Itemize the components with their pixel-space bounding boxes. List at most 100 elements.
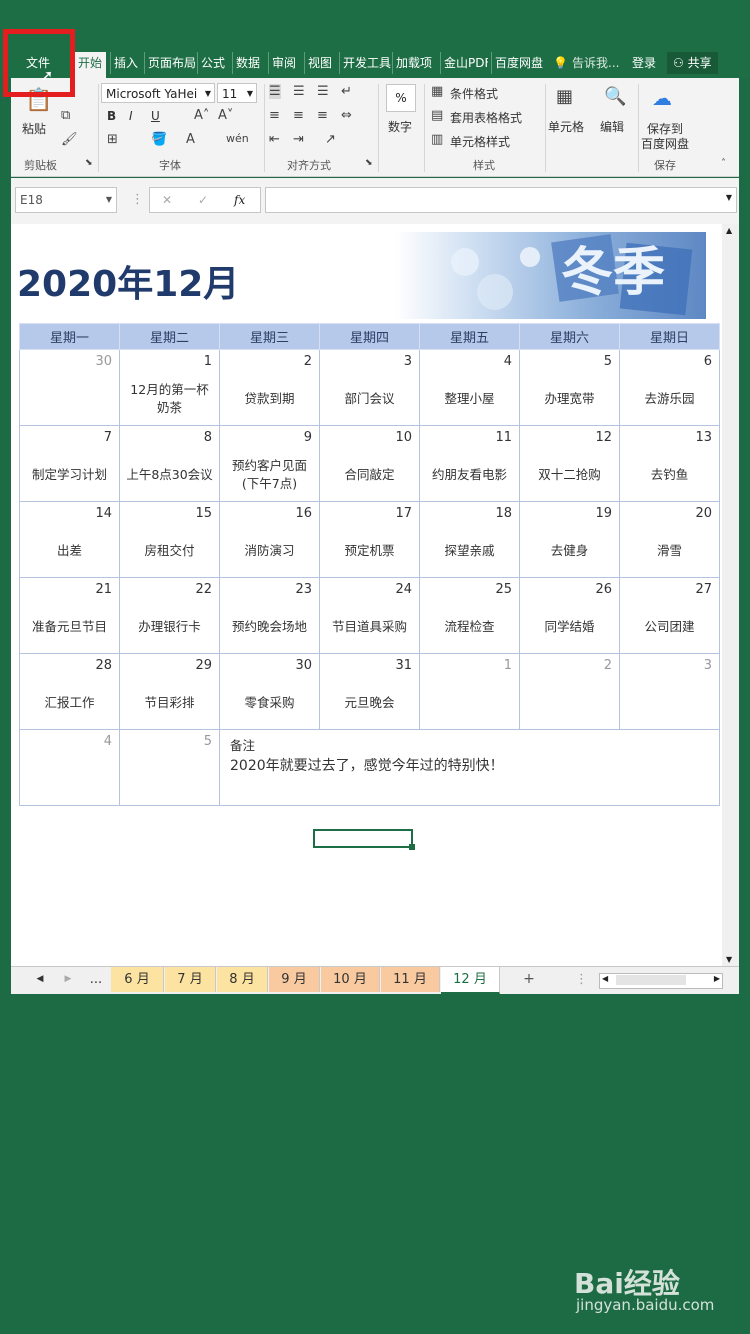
day-cell[interactable]: 16 消防演习 bbox=[219, 501, 320, 578]
align-left-icon[interactable]: ≡ bbox=[269, 108, 280, 123]
scroll-thumb[interactable] bbox=[616, 975, 686, 985]
day-cell[interactable]: 1 bbox=[419, 653, 520, 730]
vertical-scrollbar[interactable]: ▲ ▼ bbox=[722, 224, 739, 966]
font-size-select[interactable]: 11 ▼ bbox=[217, 83, 257, 103]
day-cell[interactable]: 30 bbox=[19, 349, 120, 426]
tab-formulas[interactable]: 公式 bbox=[197, 52, 225, 74]
tab-addins[interactable]: 加载项 bbox=[392, 52, 432, 74]
day-cell[interactable]: 3 bbox=[619, 653, 720, 730]
tab-review[interactable]: 审阅 bbox=[268, 52, 296, 74]
merge-cells-icon[interactable]: ⇔ bbox=[341, 108, 352, 123]
fill-handle[interactable] bbox=[409, 844, 415, 850]
table-format-button[interactable]: 套用表格格式 bbox=[450, 109, 522, 126]
tab-baidu-netdisk[interactable]: 百度网盘 bbox=[491, 52, 543, 74]
align-right-icon[interactable]: ≡ bbox=[317, 108, 328, 123]
day-cell[interactable]: 29 节目彩排 bbox=[119, 653, 220, 730]
day-cell[interactable]: 12 双十二抢购 bbox=[519, 425, 620, 502]
sheet-tab[interactable]: 9 月 bbox=[269, 967, 320, 992]
tab-home[interactable]: 开始 bbox=[74, 52, 107, 78]
formula-input[interactable]: ▼ bbox=[265, 187, 737, 213]
font-name-select[interactable]: Microsoft YaHei ▼ bbox=[101, 83, 215, 103]
day-cell[interactable]: 6 去游乐园 bbox=[619, 349, 720, 426]
font-color-icon[interactable]: A bbox=[186, 132, 195, 147]
day-cell[interactable]: 2 贷款到期 bbox=[219, 349, 320, 426]
name-box[interactable]: E18 ▼ bbox=[15, 187, 117, 213]
day-cell[interactable]: 9 预约客户见面 (下午7点) bbox=[219, 425, 320, 502]
decrease-indent-icon[interactable]: ⇤ bbox=[269, 132, 280, 147]
login-button[interactable]: 登录 bbox=[632, 52, 656, 74]
tab-data[interactable]: 数据 bbox=[232, 52, 260, 74]
day-cell[interactable]: 4 bbox=[19, 729, 120, 806]
paste-button[interactable]: 粘贴 bbox=[22, 120, 46, 137]
insert-function-button[interactable]: fx bbox=[234, 190, 245, 210]
align-bottom-icon[interactable]: ☰ bbox=[317, 84, 329, 99]
sheet-tab-active[interactable]: 12 月 bbox=[441, 967, 500, 994]
align-middle-icon[interactable]: ☰ bbox=[293, 84, 305, 99]
day-cell[interactable]: 22 办理银行卡 bbox=[119, 577, 220, 654]
save-baidu-button-line2[interactable]: 百度网盘 bbox=[641, 135, 689, 152]
fill-color-icon[interactable]: 🪣 bbox=[151, 132, 167, 147]
increase-font-icon[interactable]: A˄ bbox=[194, 108, 209, 123]
align-center-icon[interactable]: ≡ bbox=[293, 108, 304, 123]
sheet-tab[interactable]: 11 月 bbox=[381, 967, 440, 992]
tell-me-search[interactable]: 告诉我... bbox=[572, 52, 619, 74]
sheet-tab[interactable]: 10 月 bbox=[321, 967, 380, 992]
horizontal-scrollbar[interactable]: ◀ ▶ bbox=[599, 973, 723, 989]
notes-cell[interactable]: 备注 2020年就要过去了，感觉今年过的特别快！ bbox=[219, 729, 720, 806]
day-cell[interactable]: 1 12月的第一杯 奶茶 bbox=[119, 349, 220, 426]
day-cell[interactable]: 25 流程检查 bbox=[419, 577, 520, 654]
dialog-launcher-icon[interactable]: ⬊ bbox=[85, 158, 93, 168]
splitter-icon[interactable]: ⋮ bbox=[575, 967, 588, 992]
enter-icon[interactable]: ✓ bbox=[198, 190, 208, 210]
copy-icon[interactable]: ⧉ bbox=[61, 108, 70, 123]
day-cell[interactable]: 7 制定学习计划 bbox=[19, 425, 120, 502]
tab-developer[interactable]: 开发工具 bbox=[339, 52, 391, 74]
day-cell[interactable]: 8 上午8点30会议 bbox=[119, 425, 220, 502]
sheet-tab[interactable]: 7 月 bbox=[165, 967, 216, 992]
dialog-launcher-icon[interactable]: ⬊ bbox=[365, 158, 373, 168]
scroll-right-icon[interactable]: ▶ bbox=[714, 974, 720, 983]
italic-button[interactable]: I bbox=[129, 109, 133, 123]
cancel-icon[interactable]: ✕ bbox=[162, 190, 172, 210]
selected-cell[interactable] bbox=[313, 829, 413, 848]
tab-view[interactable]: 视图 bbox=[304, 52, 332, 74]
cell-style-button[interactable]: 单元格样式 bbox=[450, 133, 510, 150]
bold-button[interactable]: B bbox=[107, 109, 116, 123]
tab-insert[interactable]: 插入 bbox=[110, 52, 138, 74]
percent-button[interactable]: % bbox=[386, 84, 416, 112]
day-cell[interactable]: 11 约朋友看电影 bbox=[419, 425, 520, 502]
day-cell[interactable]: 31 元旦晚会 bbox=[319, 653, 420, 730]
day-cell[interactable]: 20 滑雪 bbox=[619, 501, 720, 578]
scroll-down-icon[interactable]: ▼ bbox=[726, 955, 732, 964]
day-cell[interactable]: 28 汇报工作 bbox=[19, 653, 120, 730]
day-cell[interactable]: 27 公司团建 bbox=[619, 577, 720, 654]
day-cell[interactable]: 21 准备元旦节目 bbox=[19, 577, 120, 654]
day-cell[interactable]: 17 预定机票 bbox=[319, 501, 420, 578]
day-cell[interactable]: 30 零食采购 bbox=[219, 653, 320, 730]
underline-button[interactable]: U bbox=[151, 109, 160, 123]
day-cell[interactable]: 4 整理小屋 bbox=[419, 349, 520, 426]
decrease-font-icon[interactable]: A˅ bbox=[218, 108, 233, 123]
day-cell[interactable]: 15 房租交付 bbox=[119, 501, 220, 578]
increase-indent-icon[interactable]: ⇥ bbox=[293, 132, 304, 147]
day-cell[interactable]: 19 去健身 bbox=[519, 501, 620, 578]
collapse-ribbon-icon[interactable]: ˄ bbox=[721, 158, 726, 169]
editing-button[interactable]: 编辑 bbox=[600, 118, 624, 135]
day-cell[interactable]: 23 预约晚会场地 bbox=[219, 577, 320, 654]
align-top-icon[interactable]: ☰ bbox=[269, 84, 281, 99]
tab-scroll-left-icon[interactable]: ◀ bbox=[33, 967, 47, 992]
day-cell[interactable]: 13 去钓鱼 bbox=[619, 425, 720, 502]
day-cell[interactable]: 14 出差 bbox=[19, 501, 120, 578]
format-painter-icon[interactable]: 🖌 bbox=[61, 132, 78, 147]
sheet-tab[interactable]: 6 月 bbox=[111, 967, 164, 992]
day-cell[interactable]: 3 部门会议 bbox=[319, 349, 420, 426]
day-cell[interactable]: 5 办理宽带 bbox=[519, 349, 620, 426]
tab-page-layout[interactable]: 页面布局 bbox=[144, 52, 196, 74]
cells-button[interactable]: 单元格 bbox=[548, 118, 584, 135]
day-cell[interactable]: 26 同学结婚 bbox=[519, 577, 620, 654]
share-button[interactable]: ⚇ 共享 bbox=[667, 52, 718, 74]
wrap-text-icon[interactable]: ↵ bbox=[341, 84, 352, 99]
more-tabs-button[interactable]: ... bbox=[85, 967, 107, 992]
number-format-button[interactable]: 数字 bbox=[388, 118, 412, 135]
tab-scroll-right-icon[interactable]: ▶ bbox=[61, 967, 75, 992]
